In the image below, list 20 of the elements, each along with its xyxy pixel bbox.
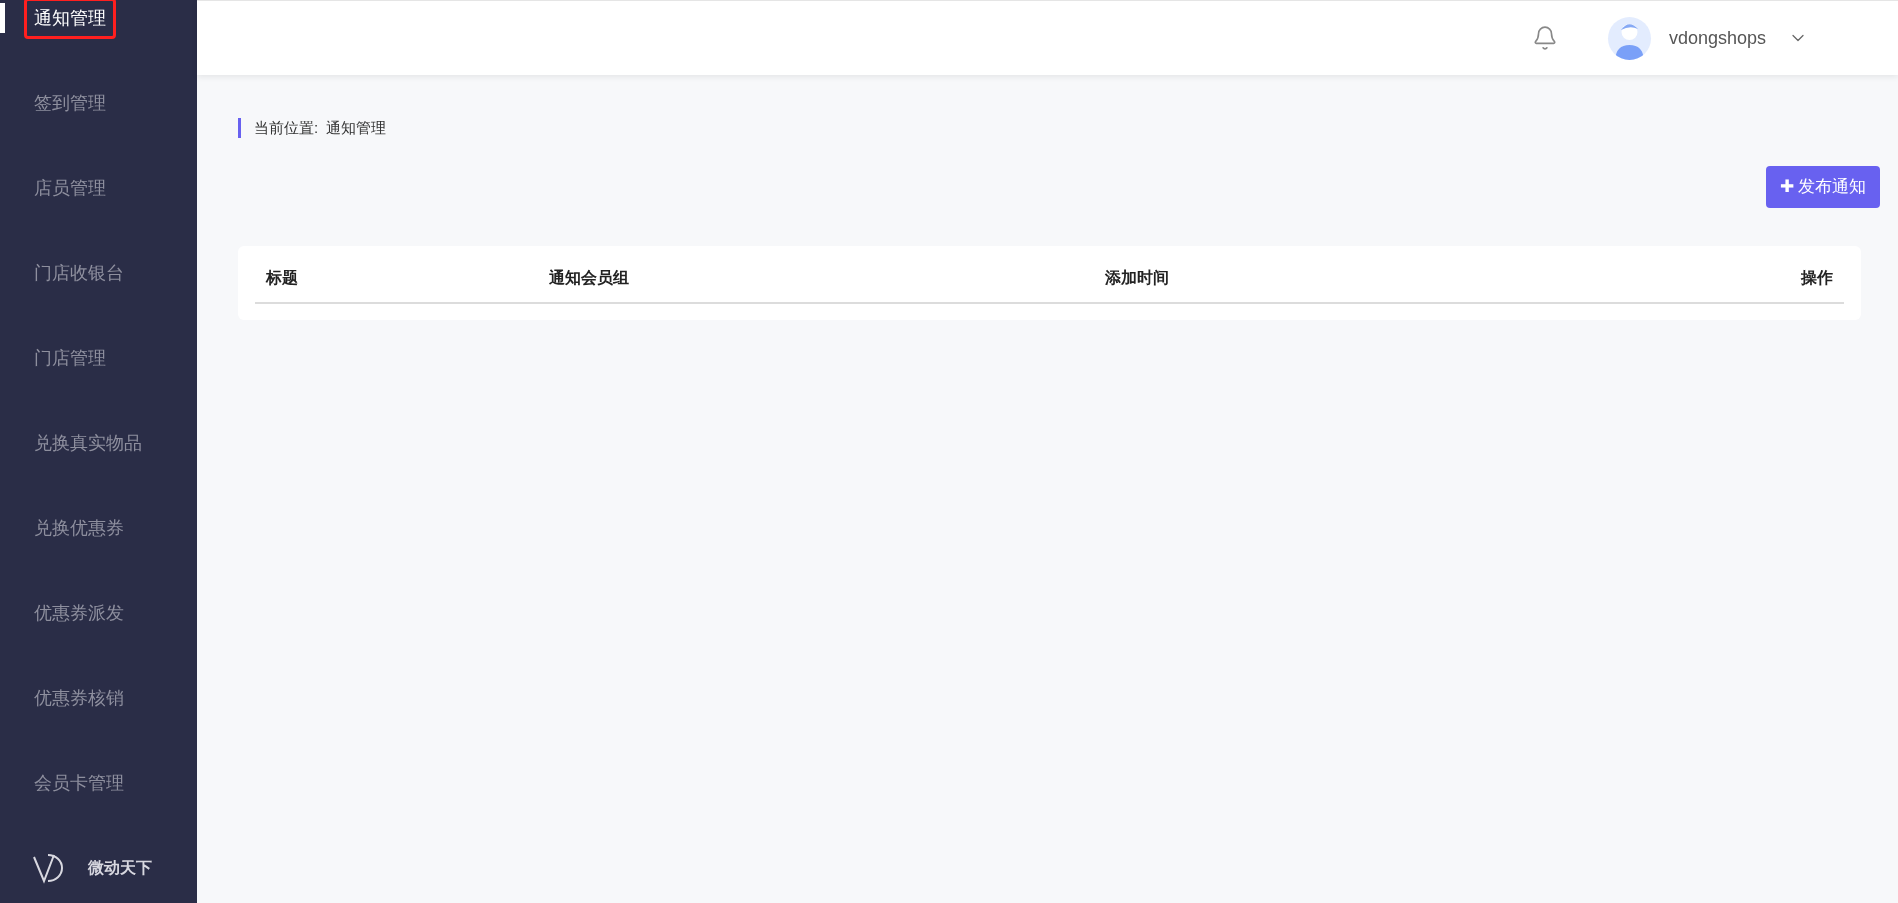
column-header: 添加时间: [1105, 268, 1169, 286]
brand-name: 微动天下: [88, 858, 152, 878]
breadcrumb-label: 当前位置:: [254, 118, 319, 138]
sidebar-item[interactable]: 门店管理: [24, 338, 116, 379]
column-header: 标题: [266, 268, 298, 286]
sidebar-item[interactable]: 门店收银台: [24, 253, 134, 294]
sidebar-item[interactable]: 通知管理: [24, 0, 116, 39]
breadcrumb-bar: [238, 118, 241, 139]
sidebar-item[interactable]: 优惠券核销: [24, 678, 134, 719]
publish-button[interactable]: ✚ 发布通知: [1766, 165, 1880, 208]
sidebar-item[interactable]: 兑换真实物品: [24, 423, 152, 464]
sidebar-item[interactable]: 优惠券派发: [24, 593, 134, 634]
breadcrumb-current[interactable]: 通知管理: [326, 117, 387, 140]
username[interactable]: vdongshops: [1668, 24, 1766, 52]
sidebar-item[interactable]: 兑换优惠券: [24, 508, 134, 549]
column-header: 操作: [1801, 268, 1833, 286]
sidebar-item[interactable]: 签到管理: [24, 83, 116, 124]
column-header: 通知会员组: [549, 268, 629, 286]
sidebar-item[interactable]: 店员管理: [24, 168, 116, 209]
sidebar-item[interactable]: 会员卡管理: [24, 763, 134, 804]
